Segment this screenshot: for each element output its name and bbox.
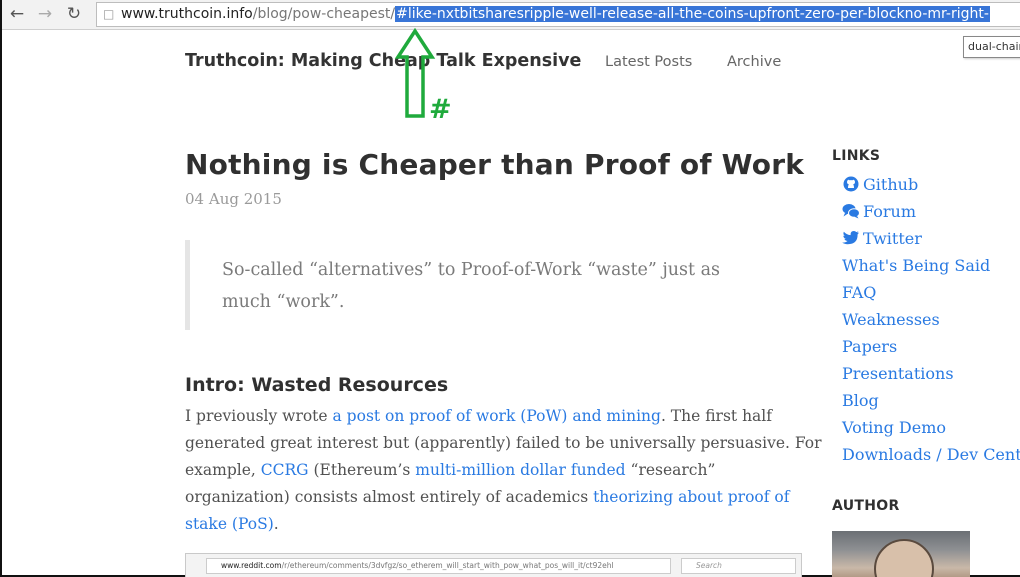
text-span: “research” — [625, 461, 716, 479]
chat-bubbles-icon — [842, 204, 860, 219]
blockquote: So-called “alternatives” to Proof-of-Wor… — [185, 240, 775, 330]
quote-line: So-called “alternatives” to Proof-of-Wor… — [222, 260, 721, 280]
embedded-url-path: /r/ethereum/comments/3dvfgz/so_etherem_w… — [281, 561, 614, 570]
author-heading: AUTHOR — [832, 498, 900, 514]
quote-line: much “work”. — [222, 292, 345, 312]
link-funded[interactable]: multi-million dollar funded — [415, 461, 625, 479]
back-arrow-icon[interactable]: ← — [6, 3, 28, 25]
text-span: . — [273, 515, 279, 533]
avatar-face — [874, 539, 934, 577]
url-fragment-selected: #like-nxtbitsharesripple-well-release-al… — [395, 6, 990, 22]
sidebar-link-twitter[interactable]: Twitter — [842, 229, 922, 248]
paragraph-line: generated great interest but (apparently… — [185, 434, 822, 452]
reload-icon[interactable]: ↻ — [63, 3, 85, 25]
sidebar-link-downloads[interactable]: Downloads / Dev Center — [842, 445, 1020, 464]
text-span: I previously wrote — [185, 407, 333, 425]
link-ccrg[interactable]: CCRG — [261, 461, 309, 479]
sidebar-link-voting-demo[interactable]: Voting Demo — [842, 418, 946, 437]
sidebar-link-papers[interactable]: Papers — [842, 337, 897, 356]
embedded-url-bar: www.reddit.com/r/ethereum/comments/3dvfg… — [206, 558, 671, 574]
text-span: (Ethereum’s — [308, 461, 416, 479]
sidebar-link-blog[interactable]: Blog — [842, 391, 879, 410]
text-span: example, — [185, 461, 261, 479]
sidebar-link-presentations[interactable]: Presentations — [842, 364, 954, 383]
page-icon: □ — [103, 7, 115, 21]
link-theorizing-pos[interactable]: theorizing about proof of — [593, 488, 789, 506]
embedded-url-host: www.reddit.com — [221, 561, 282, 570]
link-pow-post[interactable]: a post on proof of work (PoW) and mining — [333, 407, 661, 425]
sidebar-link-weaknesses[interactable]: Weaknesses — [842, 310, 940, 329]
github-icon — [843, 176, 859, 192]
post-date: 04 Aug 2015 — [185, 190, 282, 208]
sidebar-link-label: Forum — [863, 202, 916, 221]
paragraph-line: organization) consists almost entirely o… — [185, 488, 789, 506]
link-stake-pos[interactable]: stake (PoS) — [185, 515, 274, 533]
autocomplete-suggestion[interactable]: dual-chain — [963, 36, 1020, 58]
embedded-search-box: Search — [681, 558, 796, 574]
url-host: www.truthcoin.info — [121, 6, 253, 22]
sidebar-link-label: Github — [863, 175, 919, 194]
paragraph-line: I previously wrote a post on proof of wo… — [185, 407, 772, 425]
sidebar-link-whats-being-said[interactable]: What's Being Said — [842, 256, 990, 275]
post-title: Nothing is Cheaper than Proof of Work — [185, 148, 805, 181]
text-span: . The first half — [660, 407, 772, 425]
paragraph-line: stake (PoS). — [185, 515, 279, 533]
text-span: organization) consists almost entirely o… — [185, 488, 594, 506]
blockquote-text: So-called “alternatives” to Proof-of-Wor… — [222, 254, 782, 318]
nav-archive[interactable]: Archive — [727, 54, 781, 70]
twitter-icon — [842, 231, 859, 245]
url-path: /blog/pow-cheapest/ — [252, 6, 396, 22]
author-avatar — [832, 531, 970, 577]
site-title[interactable]: Truthcoin: Making Cheap Talk Expensive — [185, 51, 581, 71]
sidebar-link-faq[interactable]: FAQ — [842, 283, 876, 302]
address-bar[interactable]: □ www.truthcoin.info/blog/pow-cheapest/#l… — [96, 2, 1020, 27]
sidebar-link-github[interactable]: Github — [842, 175, 918, 194]
links-heading: LINKS — [832, 148, 881, 164]
paragraph-line: example, CCRG (Ethereum’s multi-million … — [185, 461, 715, 479]
nav-latest-posts[interactable]: Latest Posts — [605, 54, 692, 70]
annotation-hash-symbol: # — [429, 94, 452, 125]
sidebar-link-forum[interactable]: Forum — [842, 202, 916, 221]
embedded-screenshot: www.reddit.com/r/ethereum/comments/3dvfg… — [185, 553, 802, 577]
section-heading: Intro: Wasted Resources — [185, 374, 449, 396]
sidebar-link-label: Twitter — [863, 229, 922, 248]
forward-arrow-icon[interactable]: → — [34, 3, 56, 25]
browser-toolbar: ← → ↻ □ www.truthcoin.info/blog/pow-cheap… — [2, 0, 1020, 30]
